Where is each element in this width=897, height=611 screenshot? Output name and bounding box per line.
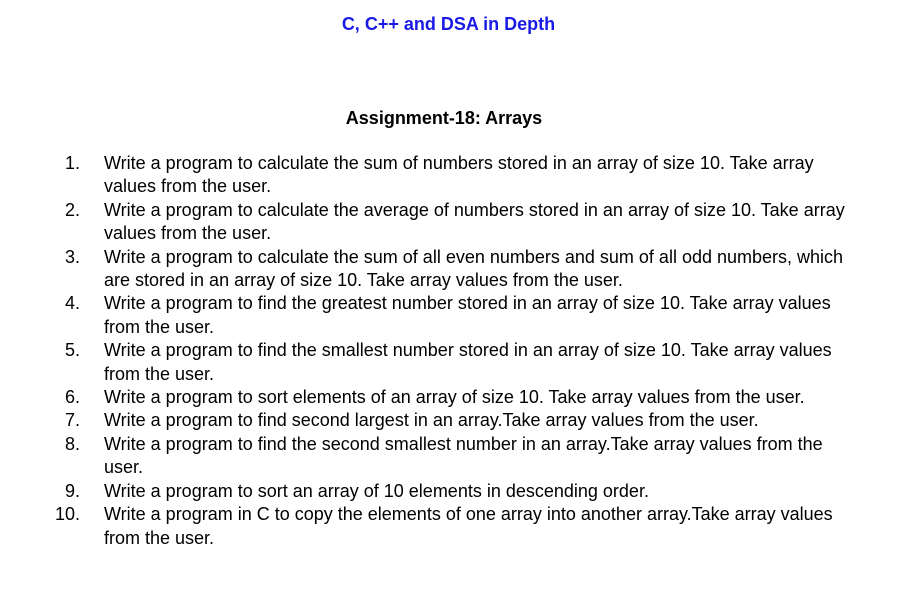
list-item: 9. Write a program to sort an array of 1… — [0, 480, 897, 503]
item-number: 1. — [64, 153, 80, 173]
item-text: Write a program to calculate the average… — [104, 199, 845, 244]
list-item: 3. Write a program to calculate the sum … — [0, 246, 897, 293]
course-title: C, C++ and DSA in Depth — [341, 14, 556, 34]
item-number: 3. — [64, 246, 80, 267]
item-number: 2. — [64, 199, 80, 220]
list-item: 7. Write a program to find second larges… — [0, 409, 897, 432]
list-item: 1. Write a program to calculate the sum … — [0, 152, 897, 199]
item-text: Write a program to sort elements of an a… — [104, 387, 805, 408]
item-number: 9. — [64, 480, 80, 501]
list-item: 8. Write a program to find the second sm… — [0, 433, 897, 480]
item-text: Write a program to calculate the sum of … — [104, 153, 814, 197]
item-number: 5. — [64, 340, 80, 361]
item-text: Write a program to find the greatest num… — [104, 293, 831, 337]
list-item: 10. Write a program in C to copy the ele… — [0, 503, 897, 550]
item-text: Write a program to find the second small… — [104, 433, 823, 478]
item-text: Write a program in C to copy the element… — [104, 504, 833, 548]
item-text: Write a program to find the smallest num… — [104, 340, 832, 384]
item-number: 10. — [54, 504, 80, 525]
list-item: 5. Write a program to find the smallest … — [0, 339, 897, 386]
assignment-title: Assignment-18: Arrays — [345, 108, 543, 128]
item-text: Write a program to sort an array of 10 e… — [104, 480, 649, 501]
item-number: 4. — [64, 293, 80, 314]
list-item: 4. Write a program to find the greatest … — [0, 292, 897, 339]
item-text: Write a program to calculate the sum of … — [104, 246, 844, 291]
list-item: 2. Write a program to calculate the aver… — [0, 199, 897, 246]
assignment-list: 1. Write a program to calculate the sum … — [0, 152, 897, 550]
item-number: 7. — [64, 410, 80, 431]
item-number: 8. — [64, 433, 80, 454]
list-item: 6. Write a program to sort elements of a… — [0, 386, 897, 409]
item-number: 6. — [64, 387, 80, 408]
item-text: Write a program to find second largest i… — [104, 410, 759, 431]
